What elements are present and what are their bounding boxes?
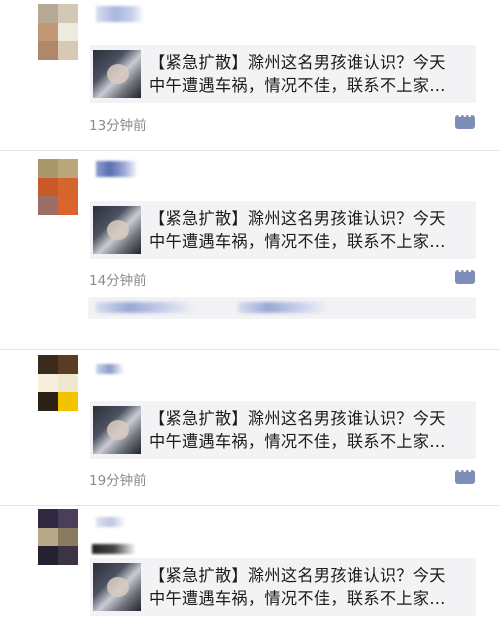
post-time: 14分钟前 [89, 273, 147, 289]
shared-article-card[interactable]: 【紧急扩散】滁州这名男孩谁认识？今天 中午遭遇车祸，情况不佳，联系不上家… [90, 201, 476, 259]
article-title-line1: 【紧急扩散】滁州这名男孩谁认识？今天 [149, 566, 446, 585]
shared-article-card[interactable]: 【紧急扩散】滁州这名男孩谁认识？今天 中午遭遇车祸，情况不佳，联系不上家… [90, 45, 476, 103]
username[interactable] [96, 161, 138, 177]
avatar[interactable] [38, 509, 78, 565]
article-thumbnail [93, 50, 141, 98]
comment-icon[interactable] [455, 266, 475, 284]
username[interactable] [96, 364, 124, 374]
article-title-line1: 【紧急扩散】滁州这名男孩谁认识？今天 [149, 53, 446, 72]
comment-icon[interactable] [455, 466, 475, 484]
comment-area[interactable] [88, 297, 476, 319]
article-thumbnail [93, 406, 141, 454]
article-title-line1: 【紧急扩散】滁州这名男孩谁认识？今天 [149, 409, 446, 428]
divider [0, 349, 500, 350]
post-text [92, 544, 136, 554]
article-title-line2: 中午遭遇车祸，情况不佳，联系不上家… [149, 232, 446, 251]
article-title-line2: 中午遭遇车祸，情况不佳，联系不上家… [149, 432, 446, 451]
avatar[interactable] [38, 4, 78, 60]
divider [0, 505, 500, 506]
username[interactable] [96, 6, 144, 22]
shared-article-card[interactable]: 【紧急扩散】滁州这名男孩谁认识？今天 中午遭遇车祸，情况不佳，联系不上家… [90, 558, 476, 616]
article-title-line1: 【紧急扩散】滁州这名男孩谁认识？今天 [149, 209, 446, 228]
shared-article-card[interactable]: 【紧急扩散】滁州这名男孩谁认识？今天 中午遭遇车祸，情况不佳，联系不上家… [90, 401, 476, 459]
article-thumbnail [93, 206, 141, 254]
avatar[interactable] [38, 159, 78, 215]
article-thumbnail [93, 563, 141, 611]
post-time: 13分钟前 [89, 118, 147, 134]
article-title-line2: 中午遭遇车祸，情况不佳，联系不上家… [149, 589, 446, 608]
username[interactable] [96, 517, 126, 527]
post-time: 19分钟前 [89, 473, 147, 489]
avatar[interactable] [38, 355, 78, 411]
comment-icon[interactable] [455, 111, 475, 129]
article-title-line2: 中午遭遇车祸，情况不佳，联系不上家… [149, 76, 446, 95]
divider [0, 150, 500, 151]
